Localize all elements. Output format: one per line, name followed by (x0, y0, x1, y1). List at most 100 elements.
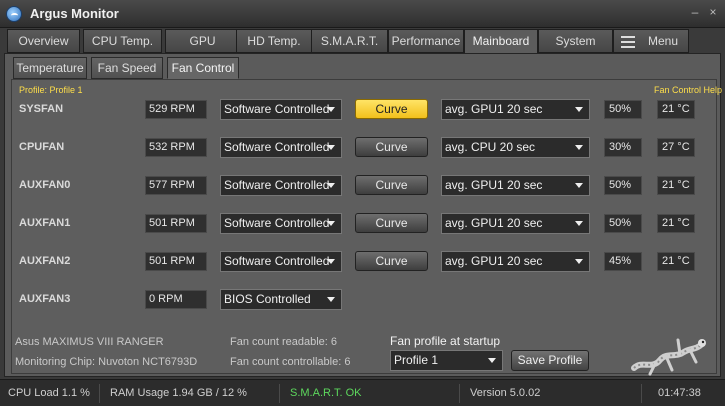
temp-source-select[interactable]: avg. GPU1 20 sec (441, 99, 590, 120)
fan-mode-value: Software Controlled (224, 178, 330, 192)
fan-mode-select[interactable]: Software Controlled (220, 251, 342, 272)
tab-label: Overview (18, 34, 69, 48)
fan-mode-select[interactable]: Software Controlled (220, 137, 342, 158)
fan-rpm: 501 RPM (145, 214, 207, 233)
curve-button[interactable]: Curve (355, 213, 428, 233)
tab-hd-temp[interactable]: HD Temp. (236, 29, 312, 53)
fan-mode-value: Software Controlled (224, 102, 330, 116)
fan-temp: 21 °C (657, 100, 695, 119)
close-icon[interactable]: × (707, 6, 719, 18)
argus-logo-icon (6, 6, 22, 22)
monitoring-chip: Monitoring Chip: Nuvoton NCT6793D (15, 356, 198, 368)
chevron-down-icon (327, 107, 335, 112)
smart-status: S.M.A.R.T. OK (284, 384, 460, 403)
fan-mode-value: BIOS Controlled (224, 292, 311, 306)
fan-control-help-link[interactable]: Fan Control Help (654, 85, 722, 95)
save-profile-button[interactable]: Save Profile (511, 350, 589, 371)
fan-control-area: Profile: Profile 1 Fan Control Help SYSF… (11, 79, 722, 376)
fan-rpm: 501 RPM (145, 252, 207, 271)
fan-mode-value: Software Controlled (224, 140, 330, 154)
tab-label: Performance (391, 34, 461, 48)
chevron-down-icon (327, 221, 335, 226)
curve-button[interactable]: Curve (355, 99, 428, 119)
tab-smart[interactable]: S.M.A.R.T. (311, 29, 388, 53)
chevron-down-icon (575, 183, 583, 188)
temp-source-value: avg. GPU1 20 sec (445, 254, 543, 268)
tab-overview[interactable]: Overview (7, 29, 80, 53)
temp-source-value: avg. GPU1 20 sec (445, 216, 543, 230)
fan-name: SYSFAN (19, 103, 64, 115)
tab-label: HD Temp. (247, 34, 301, 48)
chevron-down-icon (327, 297, 335, 302)
chevron-down-icon (575, 221, 583, 226)
chevron-down-icon (488, 358, 496, 363)
fan-rpm: 532 RPM (145, 138, 207, 157)
tab-label: S.M.A.R.T. (320, 34, 379, 48)
tab-gpu[interactable]: GPU (165, 29, 240, 53)
subtab-fan-control[interactable]: Fan Control (167, 57, 239, 79)
tab-performance[interactable]: Performance (388, 29, 464, 53)
status-bar: CPU Load 1.1 % RAM Usage 1.94 GB / 12 % … (0, 379, 725, 406)
fan-name: AUXFAN1 (19, 217, 71, 229)
fan-temp: 21 °C (657, 176, 695, 195)
curve-button[interactable]: Curve (355, 251, 428, 271)
mainboard-panel: Temperature Fan Speed Fan Control Profil… (4, 53, 722, 377)
startup-profile-value: Profile 1 (394, 353, 439, 367)
subtab-label: Fan Control (171, 61, 235, 75)
app-version: Version 5.0.02 (464, 384, 642, 403)
startup-profile-select[interactable]: Profile 1 (390, 350, 503, 371)
tab-label: Menu (648, 34, 679, 48)
temp-source-select[interactable]: avg. GPU1 20 sec (441, 175, 590, 196)
curve-button[interactable]: Curve (355, 137, 428, 157)
fan-temp: 21 °C (657, 252, 695, 271)
board-name: Asus MAXIMUS VIII RANGER (15, 336, 164, 348)
clock: 01:47:38 (658, 387, 701, 399)
temp-source-value: avg. GPU1 20 sec (445, 102, 543, 116)
chevron-down-icon (327, 259, 335, 264)
tab-mainboard[interactable]: Mainboard (464, 29, 538, 54)
tab-label: Mainboard (472, 34, 530, 48)
fan-rpm: 529 RPM (145, 100, 207, 119)
chevron-down-icon (575, 107, 583, 112)
startup-profile-label: Fan profile at startup (390, 334, 501, 348)
fan-percent: 45% (604, 252, 642, 271)
curve-button[interactable]: Curve (355, 175, 428, 195)
temp-source-select[interactable]: avg. CPU 20 sec (441, 137, 590, 158)
fan-percent: 50% (604, 214, 642, 233)
subtab-fan-speed[interactable]: Fan Speed (91, 57, 163, 79)
fan-mode-value: Software Controlled (224, 254, 330, 268)
fan-percent: 50% (604, 100, 642, 119)
fan-mode-select[interactable]: BIOS Controlled (220, 289, 342, 310)
title-bar: Argus Monitor – × (0, 0, 725, 28)
ram-usage: RAM Usage 1.94 GB / 12 % (104, 384, 280, 403)
chevron-down-icon (575, 259, 583, 264)
temp-source-select[interactable]: avg. GPU1 20 sec (441, 213, 590, 234)
cpu-load: CPU Load 1.1 % (2, 384, 100, 403)
fan-percent: 50% (604, 176, 642, 195)
fan-count-controllable: Fan count controllable: 6 (230, 356, 351, 368)
fan-temp: 27 °C (657, 138, 695, 157)
fan-name: CPUFAN (19, 141, 65, 153)
fan-name: AUXFAN3 (19, 293, 71, 305)
chevron-down-icon (327, 183, 335, 188)
hamburger-icon (621, 36, 635, 48)
temp-source-select[interactable]: avg. GPU1 20 sec (441, 251, 590, 272)
tab-system[interactable]: System (538, 29, 613, 53)
temp-source-value: avg. GPU1 20 sec (445, 178, 543, 192)
fan-temp: 21 °C (657, 214, 695, 233)
fan-rpm: 577 RPM (145, 176, 207, 195)
fan-mode-select[interactable]: Software Controlled (220, 99, 342, 120)
tab-label: CPU Temp. (91, 34, 154, 48)
fan-mode-select[interactable]: Software Controlled (220, 175, 342, 196)
fan-mode-select[interactable]: Software Controlled (220, 213, 342, 234)
subtab-label: Fan Speed (97, 61, 157, 75)
chevron-down-icon (327, 145, 335, 150)
tab-menu[interactable]: Menu (613, 29, 689, 53)
window-title: Argus Monitor (30, 6, 119, 21)
fan-mode-value: Software Controlled (224, 216, 330, 230)
minimize-icon[interactable]: – (689, 6, 701, 18)
subtab-label: Temperature (16, 61, 84, 75)
tab-cpu-temp[interactable]: CPU Temp. (83, 29, 162, 53)
subtab-temperature[interactable]: Temperature (13, 57, 87, 79)
fan-percent: 30% (604, 138, 642, 157)
